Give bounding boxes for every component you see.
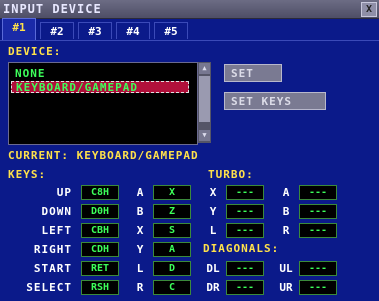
device-list[interactable]: NONE KEYBOARD/GAMEPAD bbox=[8, 62, 198, 145]
key-label-b: B bbox=[136, 205, 144, 218]
key-label-x: X bbox=[136, 224, 144, 237]
list-item-keyboard-gamepad[interactable]: KEYBOARD/GAMEPAD bbox=[11, 81, 189, 94]
turbo-binding-a[interactable]: --- bbox=[299, 185, 337, 200]
tab-1[interactable]: #1 bbox=[2, 18, 36, 40]
key-label-a: A bbox=[136, 186, 144, 199]
tab-strip: #1 #2 #3 #4 #5 bbox=[0, 18, 379, 40]
set-button[interactable]: SET bbox=[224, 64, 282, 82]
turbo-binding-x[interactable]: --- bbox=[226, 185, 264, 200]
input-device-window: INPUT DEVICE X #1 #2 #3 #4 #5 DEVICE: NO… bbox=[0, 0, 379, 300]
scroll-up-icon[interactable]: ▲ bbox=[199, 63, 210, 74]
turbo-label: TURBO: bbox=[208, 168, 254, 181]
key-binding-down[interactable]: D0H bbox=[81, 204, 119, 219]
key-binding-y[interactable]: A bbox=[153, 242, 191, 257]
key-label-l: L bbox=[136, 262, 144, 275]
scroll-thumb[interactable] bbox=[199, 76, 210, 122]
key-label-start: START bbox=[33, 262, 72, 275]
device-label: DEVICE: bbox=[8, 45, 62, 58]
key-label-select: SELECT bbox=[26, 281, 72, 294]
key-binding-left[interactable]: CBH bbox=[81, 223, 119, 238]
keys-label: KEYS: bbox=[8, 168, 47, 181]
key-label-down: DOWN bbox=[41, 205, 72, 218]
diagonal-label-dl: DL bbox=[206, 262, 220, 275]
turbo-label-r: R bbox=[282, 224, 290, 237]
key-label-right: RIGHT bbox=[33, 243, 72, 256]
key-label-r: R bbox=[136, 281, 144, 294]
key-label-up: UP bbox=[56, 186, 72, 199]
tab-4[interactable]: #4 bbox=[116, 22, 150, 39]
turbo-binding-b[interactable]: --- bbox=[299, 204, 337, 219]
diagonal-binding-dr[interactable]: --- bbox=[226, 280, 264, 295]
turbo-binding-l[interactable]: --- bbox=[226, 223, 264, 238]
diagonal-binding-ul[interactable]: --- bbox=[299, 261, 337, 276]
diagonal-label-ur: UR bbox=[279, 281, 293, 294]
title-bar[interactable]: INPUT DEVICE X bbox=[0, 0, 379, 19]
key-binding-up[interactable]: C8H bbox=[81, 185, 119, 200]
diagonals-label: DIAGONALS: bbox=[203, 242, 280, 255]
diagonal-binding-dl[interactable]: --- bbox=[226, 261, 264, 276]
close-icon[interactable]: X bbox=[361, 2, 377, 17]
turbo-label-y: Y bbox=[209, 205, 217, 218]
turbo-binding-y[interactable]: --- bbox=[226, 204, 264, 219]
key-binding-l[interactable]: D bbox=[153, 261, 191, 276]
key-binding-a[interactable]: X bbox=[153, 185, 191, 200]
turbo-label-a: A bbox=[282, 186, 290, 199]
set-keys-button[interactable]: SET KEYS bbox=[224, 92, 326, 110]
turbo-label-l: L bbox=[209, 224, 217, 237]
key-binding-r[interactable]: C bbox=[153, 280, 191, 295]
diagonal-label-ul: UL bbox=[279, 262, 293, 275]
diagonal-binding-ur[interactable]: --- bbox=[299, 280, 337, 295]
current-device-label: CURRENT: KEYBOARD/GAMEPAD bbox=[8, 149, 199, 162]
key-binding-select[interactable]: RSH bbox=[81, 280, 119, 295]
tab-2[interactable]: #2 bbox=[40, 22, 74, 39]
key-binding-right[interactable]: CDH bbox=[81, 242, 119, 257]
key-label-y: Y bbox=[136, 243, 144, 256]
key-binding-b[interactable]: Z bbox=[153, 204, 191, 219]
diagonal-label-dr: DR bbox=[206, 281, 220, 294]
key-binding-x[interactable]: S bbox=[153, 223, 191, 238]
window-title: INPUT DEVICE bbox=[3, 2, 102, 16]
key-binding-start[interactable]: RET bbox=[81, 261, 119, 276]
key-label-left: LEFT bbox=[41, 224, 72, 237]
tab-3[interactable]: #3 bbox=[78, 22, 112, 39]
tab-5[interactable]: #5 bbox=[154, 22, 188, 39]
device-list-scrollbar[interactable]: ▲ ▼ bbox=[198, 62, 211, 143]
list-item-none[interactable]: NONE bbox=[11, 68, 46, 80]
turbo-label-b: B bbox=[282, 205, 290, 218]
turbo-label-x: X bbox=[209, 186, 217, 199]
scroll-down-icon[interactable]: ▼ bbox=[199, 130, 210, 141]
turbo-binding-r[interactable]: --- bbox=[299, 223, 337, 238]
